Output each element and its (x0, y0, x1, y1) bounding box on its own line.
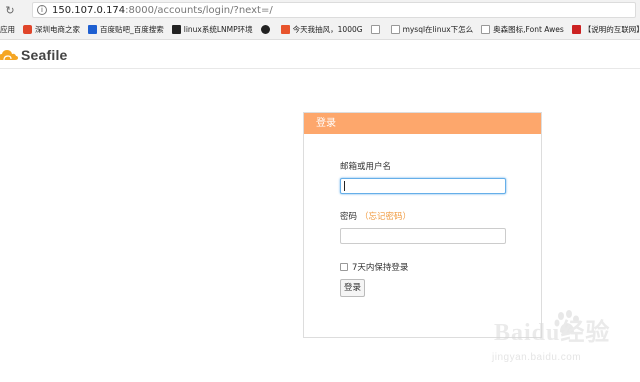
bookmark-item[interactable]: mysql在linux下怎么 (390, 24, 474, 35)
terminal-icon (171, 25, 181, 34)
remember-checkbox[interactable] (340, 263, 348, 271)
github-icon (260, 25, 270, 34)
bookmark-item[interactable]: 今天我抽风，1000G (280, 24, 363, 35)
bookmark-label: 奥森图标,Font Awes (493, 25, 564, 34)
bookmark-label: 深圳电商之家 (35, 25, 80, 34)
username-label: 邮箱或用户名 (340, 162, 392, 172)
tieba-icon (88, 25, 97, 34)
remember-me[interactable]: 7天内保持登录 (340, 261, 408, 273)
bookmark-label: 应用 (0, 25, 15, 34)
bookmark-item[interactable]: 百度贴吧_百度搜索 (88, 24, 164, 35)
bookmark-item[interactable]: 【说明的互联网】 (571, 24, 640, 35)
windmill-icon (280, 25, 290, 34)
browser-address-row: ↻ i 150.107.0.174:8000/accounts/login/?n… (0, 0, 640, 20)
url-path: :8000/accounts/login/?next=/ (125, 4, 273, 16)
remember-label: 7天内保持登录 (352, 263, 409, 273)
info-icon[interactable]: i (37, 5, 47, 15)
login-panel: 登录 邮箱或用户名 密码 （忘记密码） 7天内保持登录 登录 (303, 112, 542, 338)
watermark: Baidu经验 jingyan.baidu.com (492, 308, 640, 380)
bookmark-item[interactable]: 深圳电商之家 (23, 24, 80, 35)
password-label-row: 密码 （忘记密码） (340, 210, 411, 222)
page-icon (390, 25, 400, 34)
password-input[interactable] (340, 228, 506, 244)
address-bar[interactable]: i 150.107.0.174:8000/accounts/login/?nex… (32, 2, 636, 18)
page-icon (481, 25, 491, 34)
login-panel-title: 登录 (304, 113, 541, 134)
seafile-logo-icon[interactable] (0, 45, 20, 65)
bookmark-apps[interactable]: 应用 (0, 24, 15, 35)
d-logo-icon (23, 25, 32, 34)
bookmarks-bar: 应用 深圳电商之家 百度贴吧_百度搜索 linux系统LNMP环境 今天我抽风，… (0, 20, 640, 40)
bookmark-label: 百度贴吧_百度搜索 (100, 25, 164, 34)
login-button[interactable]: 登录 (340, 279, 365, 297)
watermark-main-text: Baidu经验 (494, 320, 611, 346)
page-icon (370, 25, 380, 34)
bookmark-item[interactable] (370, 25, 383, 34)
bookmark-label: mysql在linux下怎么 (402, 25, 474, 34)
bookmark-label: 今天我抽风，1000G (292, 25, 363, 34)
site-header: Seafile (0, 41, 640, 69)
bookmark-label: 【说明的互联网】 (583, 25, 640, 34)
red-square-icon (571, 25, 581, 34)
bookmark-item[interactable] (260, 25, 273, 34)
bookmark-item[interactable]: linux系统LNMP环境 (171, 24, 253, 35)
watermark-sub-text: jingyan.baidu.com (492, 352, 582, 363)
text-caret (344, 181, 345, 191)
forgot-password-link[interactable]: （忘记密码） (360, 212, 411, 222)
password-label: 密码 (340, 212, 358, 222)
bookmark-item[interactable]: 奥森图标,Font Awes (481, 24, 564, 35)
logo-text[interactable]: Seafile (21, 47, 68, 63)
bookmark-label: linux系统LNMP环境 (183, 25, 253, 34)
reload-icon[interactable]: ↻ (3, 3, 17, 17)
url-host: 150.107.0.174 (52, 4, 126, 16)
username-input[interactable] (340, 178, 506, 194)
